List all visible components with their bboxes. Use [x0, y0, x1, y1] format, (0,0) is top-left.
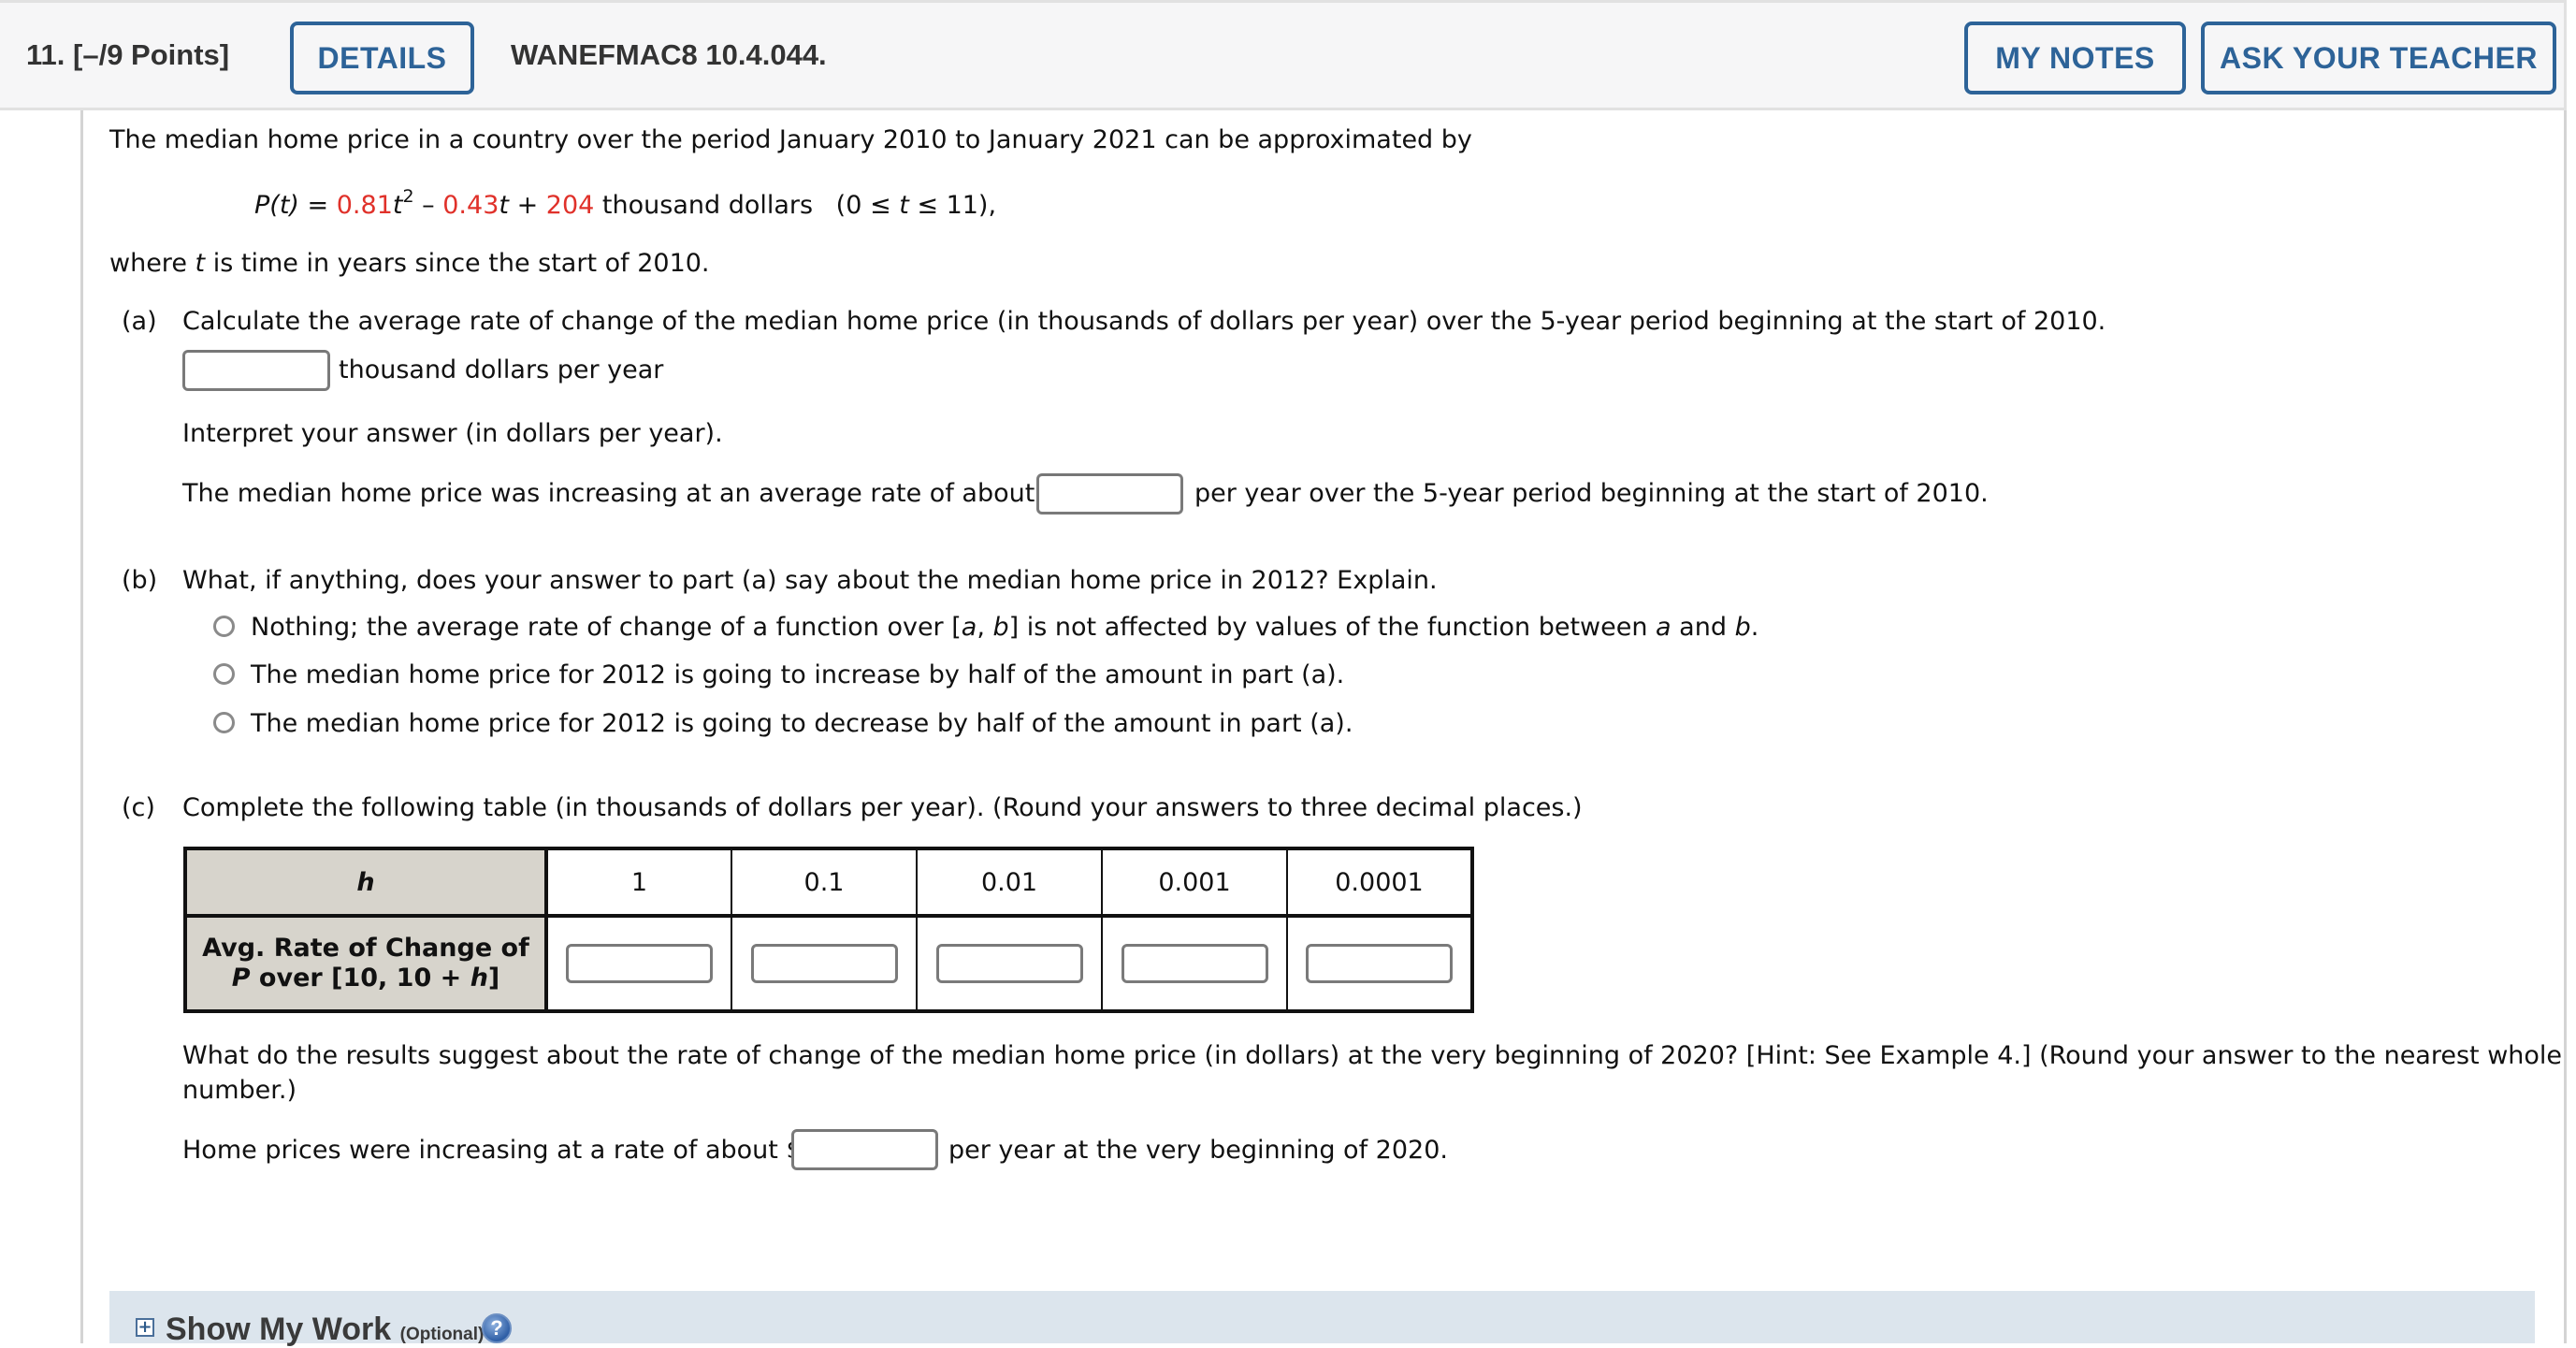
avg-rate-label-p: P: [231, 964, 251, 993]
option-1-text: Nothing; the average rate of change of a…: [251, 613, 962, 642]
part-b-question: What, if anything, does your answer to p…: [182, 566, 1438, 595]
option-2-label[interactable]: The median home price for 2012 is going …: [251, 662, 1344, 688]
intro-text: The median home price in a country over …: [109, 125, 1472, 154]
problem-code: WANEFMAC8 10.4.044.: [511, 38, 827, 71]
constant-term: 204: [545, 191, 595, 220]
option-3-label[interactable]: The median home price for 2012 is going …: [251, 711, 1353, 736]
formula-equals: =: [307, 191, 329, 220]
coefficient-b: 0.43: [442, 191, 499, 220]
answer-cell: [545, 914, 732, 1013]
part-a-question: Calculate the average rate of change of …: [182, 307, 2106, 336]
radio-option-3[interactable]: [213, 712, 235, 733]
final-pre: Home prices were increasing at a rate of…: [182, 1136, 803, 1165]
avg-rate-label-h: h: [470, 964, 488, 993]
final-rate-input[interactable]: [791, 1129, 938, 1170]
formula-var: t: [392, 191, 403, 220]
question-header: 11. [–/9 Points] DETAILS WANEFMAC8 10.4.…: [0, 0, 2567, 110]
where-post: is time in years since the start of 2010…: [212, 249, 710, 278]
avg-rate-input-h-0.0001[interactable]: [1306, 944, 1453, 983]
part-a-label: (a): [122, 307, 157, 336]
avg-rate-input-h-0.1[interactable]: [750, 944, 898, 983]
part-a-answer-input[interactable]: [182, 350, 330, 391]
where-var: t: [195, 249, 206, 278]
question-number: 11.: [26, 38, 65, 71]
domain-var: t: [899, 191, 909, 220]
avg-rate-input-h-0.01[interactable]: [935, 944, 1083, 983]
part-c-label: (c): [122, 793, 155, 822]
show-my-work-optional: (Optional): [399, 1325, 485, 1344]
show-my-work-title: Show My Work: [166, 1312, 392, 1347]
option-1-text: and: [1671, 613, 1735, 642]
answer-cell: [731, 914, 918, 1013]
radio-option-2[interactable]: [213, 663, 235, 685]
formula-lhs: P(t): [254, 191, 299, 220]
option-1-text: .: [1750, 613, 1759, 642]
my-notes-button[interactable]: MY NOTES: [1964, 22, 2186, 94]
answer-cell: [916, 914, 1103, 1013]
avg-rate-label-line1: Avg. Rate of Change of: [202, 934, 529, 963]
interpret-dollars-input[interactable]: [1036, 473, 1183, 515]
formula-var: t: [499, 191, 509, 220]
content-left-border: [80, 110, 83, 1343]
answer-cell: [1101, 914, 1288, 1013]
interpret-pre: The median home price was increasing at …: [182, 479, 1060, 508]
question-points: [–/9 Points]: [73, 38, 230, 71]
option-1-label[interactable]: Nothing; the average rate of change of a…: [251, 615, 1758, 640]
option-1-var-b: b: [992, 613, 1009, 642]
show-my-work-toggle[interactable]: Show My Work (Optional): [166, 1312, 484, 1348]
interpret-post: per year over the 5-year period beginnin…: [1194, 479, 1989, 508]
table-header-avg-rate: Avg. Rate of Change of P over [10, 10 + …: [183, 914, 548, 1013]
formula: P(t) = 0.81t2 – 0.43t + 204 thousand dol…: [254, 188, 997, 220]
option-1-text: ] is not affected by values of the funct…: [1008, 613, 1657, 642]
option-1-var-b: b: [1734, 613, 1751, 642]
h-value-cell: 1: [545, 847, 732, 918]
content-right-border: [2564, 110, 2567, 1343]
part-b-label: (b): [122, 566, 158, 595]
h-value-cell: 0.01: [916, 847, 1103, 918]
h-value-cell: 0.1: [731, 847, 918, 918]
followup-question-line2: number.): [182, 1076, 297, 1105]
option-1-var-a: a: [1656, 613, 1672, 642]
avg-rate-input-h-1[interactable]: [566, 944, 713, 983]
h-label: h: [356, 867, 375, 897]
formula-minus: –: [422, 191, 435, 220]
domain-open: (0 ≤: [835, 191, 891, 220]
where-pre: where: [109, 249, 187, 278]
coefficient-a: 0.81: [336, 191, 393, 220]
followup-question-line1: What do the results suggest about the ra…: [182, 1041, 2563, 1070]
formula-exponent: 2: [402, 186, 414, 207]
avg-rate-input-h-0.001[interactable]: [1121, 944, 1268, 983]
domain-close: ≤ 11),: [917, 191, 997, 220]
part-a-units: thousand dollars per year: [339, 355, 664, 384]
show-my-work-panel: + Show My Work (Optional) ?: [109, 1291, 2535, 1347]
option-1-var-a: a: [961, 613, 977, 642]
final-post: per year at the very beginning of 2020.: [948, 1136, 1448, 1165]
question-number-points: 11. [–/9 Points]: [26, 38, 229, 72]
interpret-prompt: Interpret your answer (in dollars per ye…: [182, 419, 723, 448]
avg-rate-label-end: ]: [487, 964, 500, 993]
h-value-cell: 0.0001: [1286, 847, 1474, 918]
rate-of-change-table: h 1 0.1 0.01 0.001 0.0001 Avg. Rate of C…: [183, 847, 1474, 1013]
answer-cell: [1286, 914, 1474, 1013]
ask-your-teacher-button[interactable]: ASK YOUR TEACHER: [2201, 22, 2556, 94]
option-1-text: ,: [977, 613, 993, 642]
h-value-cell: 0.001: [1101, 847, 1288, 918]
formula-units: thousand dollars: [601, 191, 814, 220]
part-c-question: Complete the following table (in thousan…: [182, 793, 1583, 822]
question-mark-icon[interactable]: ?: [482, 1313, 512, 1343]
table-row-h: h 1 0.1 0.01 0.001 0.0001: [183, 847, 1474, 918]
table-row-avg-rate: Avg. Rate of Change of P over [10, 10 + …: [183, 914, 1474, 1013]
avg-rate-label-line2: P over [10, 10 + h]: [187, 964, 544, 993]
radio-option-1[interactable]: [213, 616, 235, 637]
formula-plus: +: [516, 191, 539, 220]
avg-rate-label-mid: over [10, 10 +: [250, 964, 470, 993]
table-header-h: h: [183, 847, 548, 918]
details-button[interactable]: DETAILS: [290, 22, 474, 94]
where-text: where t is time in years since the start…: [109, 251, 710, 276]
plus-box-icon[interactable]: +: [136, 1318, 154, 1337]
